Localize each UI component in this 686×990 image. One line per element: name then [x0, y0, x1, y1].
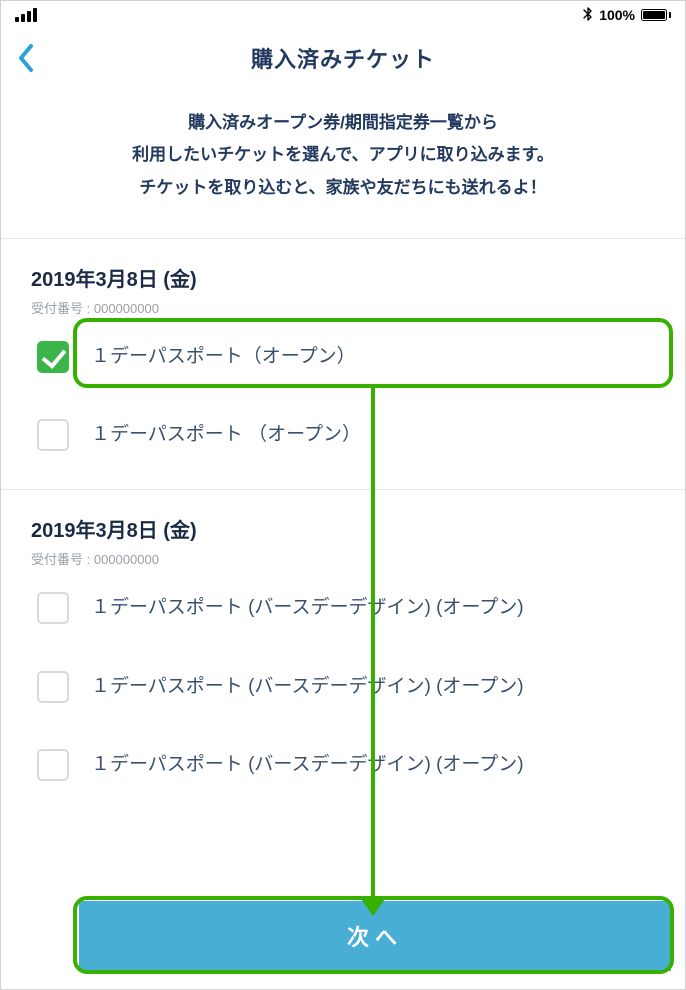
ticket-label: １デーパスポート （オープン）: [91, 417, 361, 451]
receipt-number: 受付番号000000000: [31, 298, 655, 317]
description-text: 購入済みオープン券/期間指定券一覧から 利用したいチケットを選んで、アプリに取り…: [1, 87, 685, 238]
section-date: 2019年3月8日 (金): [31, 514, 655, 543]
ticket-section: 2019年3月8日 (金) 受付番号000000000 １デーパスポート（オープ…: [1, 238, 685, 480]
status-bar: 100%: [1, 1, 685, 29]
back-button[interactable]: [17, 43, 35, 73]
checkbox-unchecked-icon[interactable]: [37, 749, 69, 781]
checkbox-unchecked-icon[interactable]: [37, 419, 69, 451]
ticket-row[interactable]: １デーパスポート (バースデーデザイン) (オープン): [31, 647, 655, 725]
receipt-number: 受付番号000000000: [31, 549, 655, 568]
ticket-row[interactable]: １デーパスポート （オープン）: [31, 395, 655, 473]
ticket-label: １デーパスポート (バースデーデザイン) (オープン): [91, 747, 524, 781]
ticket-label: １デーパスポート（オープン）: [91, 339, 356, 373]
battery-percent: 100%: [599, 7, 635, 23]
page-title: 購入済みチケット: [251, 42, 435, 74]
checkbox-checked-icon[interactable]: [37, 341, 69, 373]
ticket-row[interactable]: １デーパスポート (バースデーデザイン) (オープン): [31, 568, 655, 646]
signal-icon: [15, 8, 37, 22]
checkbox-unchecked-icon[interactable]: [37, 592, 69, 624]
bluetooth-icon: [583, 6, 593, 25]
section-date: 2019年3月8日 (金): [31, 263, 655, 292]
ticket-row[interactable]: １デーパスポート (バースデーデザイン) (オープン): [31, 725, 655, 803]
ticket-row[interactable]: １デーパスポート（オープン）: [31, 317, 655, 395]
ticket-section: 2019年3月8日 (金) 受付番号000000000 １デーパスポート (バー…: [1, 489, 685, 809]
checkbox-unchecked-icon[interactable]: [37, 671, 69, 703]
next-button[interactable]: 次へ: [79, 901, 671, 971]
ticket-label: １デーパスポート (バースデーデザイン) (オープン): [91, 590, 524, 624]
battery-icon: [641, 9, 671, 21]
ticket-label: １デーパスポート (バースデーデザイン) (オープン): [91, 669, 524, 703]
nav-header: 購入済みチケット: [1, 29, 685, 87]
